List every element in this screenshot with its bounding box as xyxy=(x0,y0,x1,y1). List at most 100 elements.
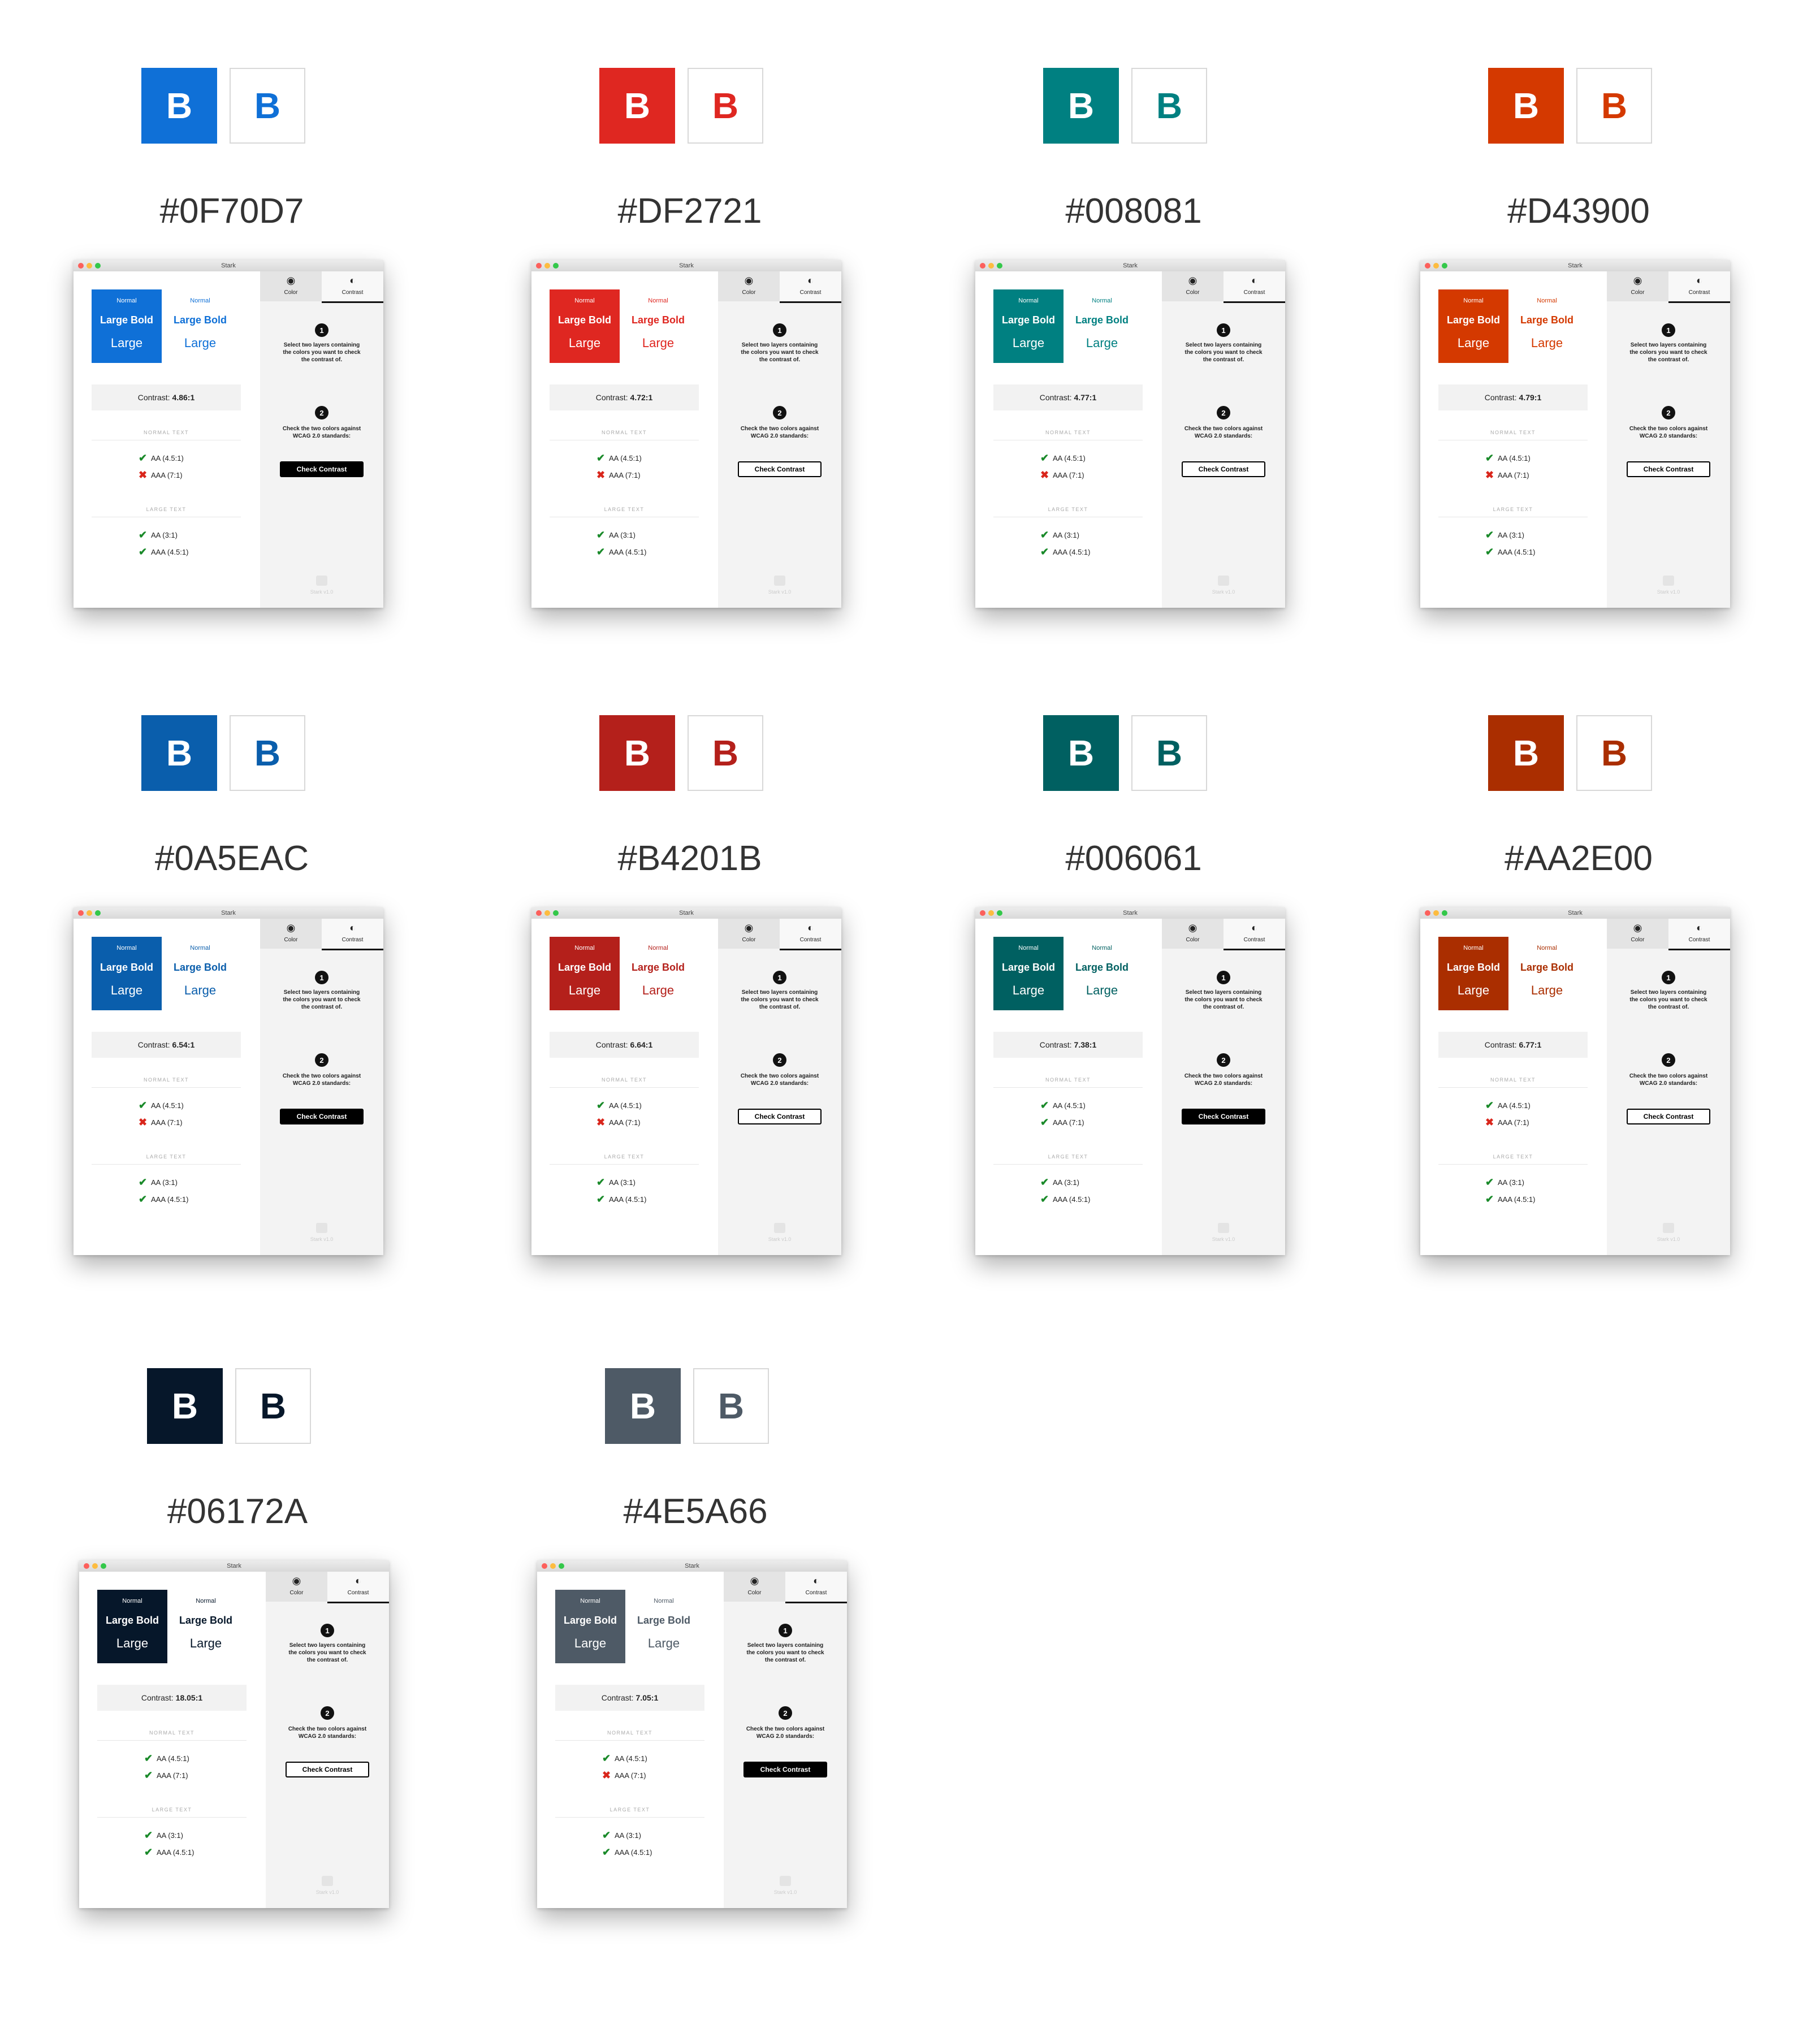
swatch-letter: B xyxy=(254,85,281,126)
result-label: AA (4.5:1) xyxy=(609,453,642,462)
result-aaa-large: ✔ AAA (4.5:1) xyxy=(1485,546,1535,557)
check-icon: ✔ xyxy=(139,546,148,557)
contrast-ratio-box: Contrast: 4.86:1 xyxy=(92,384,241,410)
tab-contrast[interactable]: ◐ Contrast xyxy=(780,919,841,950)
check-contrast-button[interactable]: Check Contrast xyxy=(738,461,822,477)
check-icon: ✔ xyxy=(1485,546,1494,557)
tab-color[interactable]: ◉ Color xyxy=(724,1572,785,1602)
tab-color[interactable]: ◉ Color xyxy=(718,271,780,301)
result-aaa-normal: ✖ AAA (7:1) xyxy=(1485,1117,1529,1128)
step-2-badge: 2 xyxy=(1662,1053,1675,1067)
tab-color[interactable]: ◉ Color xyxy=(260,271,322,301)
preview-large-bold-text: Large Bold xyxy=(100,962,153,973)
check-icon: ✔ xyxy=(1040,529,1049,540)
check-contrast-button[interactable]: Check Contrast xyxy=(738,1109,822,1124)
preview-large-bold-text: Large Bold xyxy=(631,314,685,326)
divider xyxy=(550,1164,699,1165)
instructions-pane: ◉ Color ◐ Contrast 1 Select two layers c… xyxy=(1162,271,1285,608)
tab-label: Contrast xyxy=(799,937,822,943)
divider xyxy=(97,1817,247,1818)
contrast-ratio-value: 18.05:1 xyxy=(175,1693,203,1702)
check-contrast-button[interactable]: Check Contrast xyxy=(1182,461,1265,477)
result-aaa-large: ✔ AAA (4.5:1) xyxy=(139,1193,188,1205)
preview-on-white: Normal Large Bold Large xyxy=(165,937,235,1010)
check-contrast-button[interactable]: Check Contrast xyxy=(1627,461,1710,477)
contrast-label: Contrast: xyxy=(601,1693,634,1702)
preview-normal-text: Normal xyxy=(654,1598,674,1604)
result-label: AAA (4.5:1) xyxy=(1053,547,1091,556)
check-contrast-button[interactable]: Check Contrast xyxy=(1182,1109,1265,1124)
stark-logo-icon xyxy=(774,576,785,586)
tab-contrast[interactable]: ◐ Contrast xyxy=(1668,271,1730,303)
result-label: AAA (4.5:1) xyxy=(609,547,647,556)
check-contrast-button[interactable]: Check Contrast xyxy=(286,1762,369,1777)
preview-large-text: Large xyxy=(568,983,601,997)
preview-normal-text: Normal xyxy=(1463,945,1484,951)
tab-contrast[interactable]: ◐ Contrast xyxy=(1224,919,1285,950)
stark-window: Stark Normal Large Bold Large Normal Lar… xyxy=(537,1560,847,1908)
result-aa-large: ✔ AA (3:1) xyxy=(139,529,178,540)
title-bar: Stark xyxy=(537,1560,847,1572)
tab-color[interactable]: ◉ Color xyxy=(1607,271,1668,301)
result-aa-large: ✔ AA (3:1) xyxy=(1040,1176,1079,1188)
swatch-letter: B xyxy=(1601,733,1628,773)
tab-color[interactable]: ◉ Color xyxy=(718,919,780,949)
divider xyxy=(550,1087,699,1088)
contrast-ratio-box: Contrast: 6.64:1 xyxy=(550,1032,699,1058)
tab-color[interactable]: ◉ Color xyxy=(1162,919,1224,949)
results-pane: Normal Large Bold Large Normal Large Bol… xyxy=(537,1572,724,1908)
hex-label: #0A5EAC xyxy=(154,839,309,878)
tab-contrast[interactable]: ◐ Contrast xyxy=(785,1572,847,1603)
result-label: AA (3:1) xyxy=(609,530,636,539)
tab-contrast[interactable]: ◐ Contrast xyxy=(1668,919,1730,950)
outline-swatch: B xyxy=(1576,68,1652,144)
result-label: AAA (7:1) xyxy=(609,470,641,479)
check-contrast-button[interactable]: Check Contrast xyxy=(743,1762,827,1777)
step-2-badge: 2 xyxy=(315,1053,328,1067)
tab-color[interactable]: ◉ Color xyxy=(266,1572,327,1602)
eye-icon: ◉ xyxy=(744,922,754,933)
check-icon: ✔ xyxy=(144,1769,153,1781)
tab-contrast[interactable]: ◐ Contrast xyxy=(322,919,383,950)
filled-swatch: B xyxy=(141,715,217,791)
preview-normal-text: Normal xyxy=(190,297,210,304)
check-icon: ✔ xyxy=(1485,1193,1494,1205)
tab-color[interactable]: ◉ Color xyxy=(1162,271,1224,301)
instructions-pane: ◉ Color ◐ Contrast 1 Select two layers c… xyxy=(266,1572,389,1908)
check-contrast-button[interactable]: Check Contrast xyxy=(280,1109,364,1124)
step-1-badge: 1 xyxy=(315,971,328,984)
result-aaa-normal: ✖ AAA (7:1) xyxy=(139,469,183,481)
tab-contrast[interactable]: ◐ Contrast xyxy=(322,271,383,303)
tab-label: Color xyxy=(742,937,756,943)
preview-normal-text: Normal xyxy=(196,1598,216,1604)
check-icon: ✔ xyxy=(596,1176,606,1188)
preview-normal-text: Normal xyxy=(1018,297,1039,304)
check-contrast-button[interactable]: Check Contrast xyxy=(1627,1109,1710,1124)
preview-large-bold-text: Large Bold xyxy=(557,314,611,326)
check-icon: ✔ xyxy=(139,1193,148,1205)
tab-color[interactable]: ◉ Color xyxy=(260,919,322,949)
normal-text-heading: NORMAL TEXT xyxy=(1490,1077,1536,1083)
swatch-letter: B xyxy=(260,1386,287,1426)
tab-contrast[interactable]: ◐ Contrast xyxy=(327,1572,389,1603)
divider xyxy=(555,1817,704,1818)
preview-large-text: Large xyxy=(574,1636,607,1650)
stark-logo-icon xyxy=(774,1223,785,1233)
check-contrast-button[interactable]: Check Contrast xyxy=(280,461,364,477)
filled-swatch: B xyxy=(147,1368,223,1444)
tab-color[interactable]: ◉ Color xyxy=(1607,919,1668,949)
preview-normal-text: Normal xyxy=(1537,945,1557,951)
tab-contrast[interactable]: ◐ Contrast xyxy=(780,271,841,303)
contrast-label: Contrast: xyxy=(137,1040,170,1049)
swatch-letter: B xyxy=(1067,85,1095,126)
results-pane: Normal Large Bold Large Normal Large Bol… xyxy=(1420,271,1607,608)
tab-label: Contrast xyxy=(1243,289,1265,296)
result-aa-normal: ✔ AA (4.5:1) xyxy=(1485,452,1531,464)
preview-on-white: Normal Large Bold Large xyxy=(1512,937,1582,1010)
contrast-label: Contrast: xyxy=(1039,1040,1072,1049)
hex-label: #AA2E00 xyxy=(1505,839,1653,878)
tab-bar: ◉ Color ◐ Contrast xyxy=(718,271,841,303)
instructions-pane: ◉ Color ◐ Contrast 1 Select two layers c… xyxy=(260,919,383,1255)
tab-contrast[interactable]: ◐ Contrast xyxy=(1224,271,1285,303)
swatch-letter: B xyxy=(629,1386,656,1426)
